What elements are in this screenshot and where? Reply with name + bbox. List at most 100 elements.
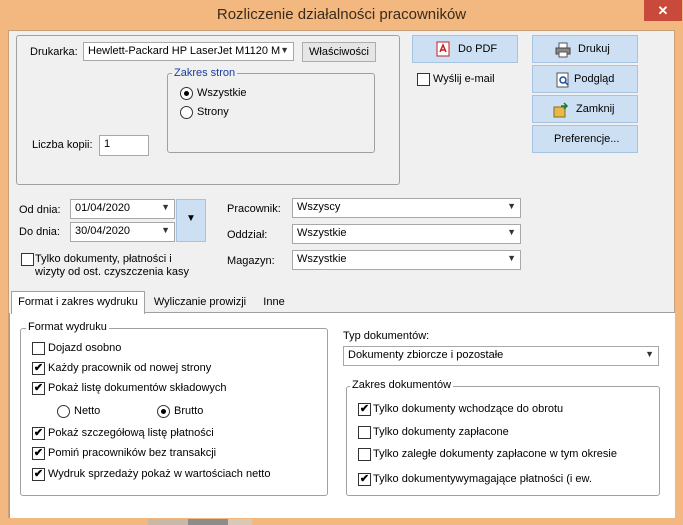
department-select-value: Wszystkie — [297, 227, 347, 239]
checkbox-employee-new-page[interactable]: ✔ — [32, 362, 45, 375]
printer-select-value: Hewlett-Packard HP LaserJet M1120 M — [88, 45, 281, 57]
checkbox-skip-no-transactions[interactable]: ✔ — [32, 447, 45, 460]
window-bottom-edge — [0, 518, 683, 525]
window-right-edge — [676, 30, 683, 518]
send-email-label: Wyślij e-mail — [433, 73, 495, 85]
employee-label: Pracownik: — [227, 203, 281, 215]
warehouse-select-value: Wszystkie — [297, 253, 347, 265]
print-button-label: Drukuj — [578, 43, 610, 55]
close-window-button[interactable]: ✕ — [644, 0, 682, 21]
radio-netto-label: Netto — [74, 405, 101, 417]
checkbox-paid-docs[interactable] — [358, 426, 371, 439]
only-since-cleanup-label-1: Tylko dokumenty, płatności i — [35, 253, 172, 265]
tab-other[interactable]: Inne — [256, 292, 292, 312]
overdue-paid-docs-label: Tylko zaległe dokumenty zapłacone w tym … — [373, 448, 617, 460]
checkbox-requiring-payment-docs[interactable]: ✔ — [358, 473, 371, 486]
checkmark-icon: ✔ — [33, 468, 44, 480]
chevron-down-icon: ▼ — [161, 225, 170, 235]
copies-label: Liczba kopii: — [32, 139, 93, 151]
checkmark-icon: ✔ — [33, 427, 44, 439]
radio-all-pages[interactable] — [180, 87, 193, 100]
chevron-down-icon: ▼ — [507, 253, 516, 263]
close-button-label: Zamknij — [576, 103, 615, 115]
chevron-down-icon: ▼ — [507, 201, 516, 211]
warehouse-label: Magazyn: — [227, 255, 275, 267]
print-button[interactable]: Drukuj — [532, 35, 638, 63]
checkbox-overdue-paid-docs[interactable] — [358, 448, 371, 461]
close-button[interactable]: Zamknij — [532, 95, 638, 123]
checkmark-icon: ✔ — [33, 447, 44, 459]
travel-separately-label: Dojazd osobno — [48, 342, 122, 354]
printer-properties-button[interactable]: Właściwości — [302, 42, 376, 62]
requiring-payment-docs-label: Tylko dokumentywymagające płatności (i e… — [373, 473, 592, 485]
turnover-docs-label: Tylko dokumenty wchodzące do obrotu — [373, 403, 564, 415]
date-from-input[interactable]: 01/04/2020 ▼ — [70, 199, 175, 219]
show-component-docs-label: Pokaż listę dokumentów składowych — [48, 382, 227, 394]
taskbar-fragment — [188, 519, 228, 525]
copies-input[interactable]: 1 — [99, 135, 149, 156]
radio-brutto[interactable] — [157, 405, 170, 418]
date-to-input[interactable]: 30/04/2020 ▼ — [70, 222, 175, 242]
preview-button[interactable]: Podgląd — [532, 65, 638, 93]
preview-icon — [556, 72, 569, 88]
sales-netto-label: Wydruk sprzedaży pokaż w wartościach net… — [48, 468, 271, 480]
date-from-value: 01/04/2020 — [75, 202, 131, 214]
doc-range-legend: Zakres dokumentów — [350, 379, 454, 391]
warehouse-select[interactable]: Wszystkie ▼ — [292, 250, 521, 270]
employee-select-value: Wszyscy — [297, 201, 341, 213]
pdf-icon — [436, 41, 450, 57]
radio-brutto-label: Brutto — [174, 405, 204, 417]
paid-docs-label: Tylko dokumenty zapłacone — [373, 426, 509, 438]
preferences-button-label: Preferencje... — [554, 133, 620, 145]
preview-button-label: Podgląd — [574, 73, 615, 85]
taskbar-fragment — [228, 519, 252, 525]
tab-commission[interactable]: Wyliczanie prowizji — [146, 292, 254, 312]
radio-selected-dot — [184, 91, 189, 96]
printer-select[interactable]: Hewlett-Packard HP LaserJet M1120 M ▼ — [83, 42, 294, 61]
radio-selected-dot — [161, 409, 166, 414]
department-select[interactable]: Wszystkie ▼ — [292, 224, 521, 244]
skip-no-transactions-label: Pomiń pracowników bez transakcji — [48, 447, 217, 459]
doc-type-label: Typ dokumentów: — [343, 330, 430, 342]
date-range-dropdown-button[interactable]: ▼ — [176, 199, 206, 242]
date-from-label: Od dnia: — [19, 204, 61, 216]
doc-type-select-value: Dokumenty zbiorcze i pozostałe — [348, 349, 504, 361]
checkbox-travel-separately[interactable] — [32, 342, 45, 355]
checkmark-icon: ✔ — [359, 403, 370, 415]
checkbox-show-component-docs[interactable]: ✔ — [32, 382, 45, 395]
payment-details-label: Pokaż szczegółową listę płatności — [48, 427, 214, 439]
send-email-checkbox[interactable] — [417, 73, 430, 86]
preferences-button[interactable]: Preferencje... — [532, 125, 638, 153]
employee-new-page-label: Każdy pracownik od nowej strony — [48, 362, 212, 374]
printer-label: Drukarka: — [30, 46, 78, 58]
employee-select[interactable]: Wszyscy ▼ — [292, 198, 521, 218]
radio-pages[interactable] — [180, 106, 193, 119]
pdf-button-label: Do PDF — [458, 43, 498, 55]
radio-pages-label: Strony — [197, 106, 229, 118]
printer-icon — [555, 42, 571, 58]
checkmark-icon: ✔ — [359, 473, 370, 485]
window-title: Rozliczenie działalności pracowników — [216, 6, 467, 23]
chevron-down-icon: ▼ — [161, 202, 170, 212]
only-since-cleanup-checkbox[interactable] — [21, 253, 34, 266]
pdf-button[interactable]: Do PDF — [412, 35, 518, 63]
taskbar-fragment — [148, 519, 188, 525]
doc-type-select[interactable]: Dokumenty zbiorcze i pozostałe ▼ — [343, 346, 659, 366]
checkbox-payment-details[interactable]: ✔ — [32, 427, 45, 440]
exit-door-icon — [553, 102, 569, 118]
tab-format[interactable]: Format i zakres wydruku — [11, 291, 145, 314]
department-label: Oddział: — [227, 229, 268, 241]
chevron-down-icon: ▼ — [645, 349, 654, 359]
tab-strip-line — [145, 312, 675, 313]
date-to-value: 30/04/2020 — [75, 225, 131, 237]
date-to-label: Do dnia: — [19, 226, 60, 238]
close-icon: ✕ — [657, 3, 669, 18]
checkbox-turnover-docs[interactable]: ✔ — [358, 403, 371, 416]
radio-netto[interactable] — [57, 405, 70, 418]
format-group-legend: Format wydruku — [26, 321, 109, 333]
chevron-down-icon: ▼ — [280, 45, 289, 55]
page-range-legend: Zakres stron — [172, 67, 238, 79]
checkbox-sales-netto[interactable]: ✔ — [32, 468, 45, 481]
only-since-cleanup-label-2: wizyty od ost. czyszczenia kasy — [35, 266, 190, 278]
chevron-down-icon: ▼ — [186, 213, 196, 224]
